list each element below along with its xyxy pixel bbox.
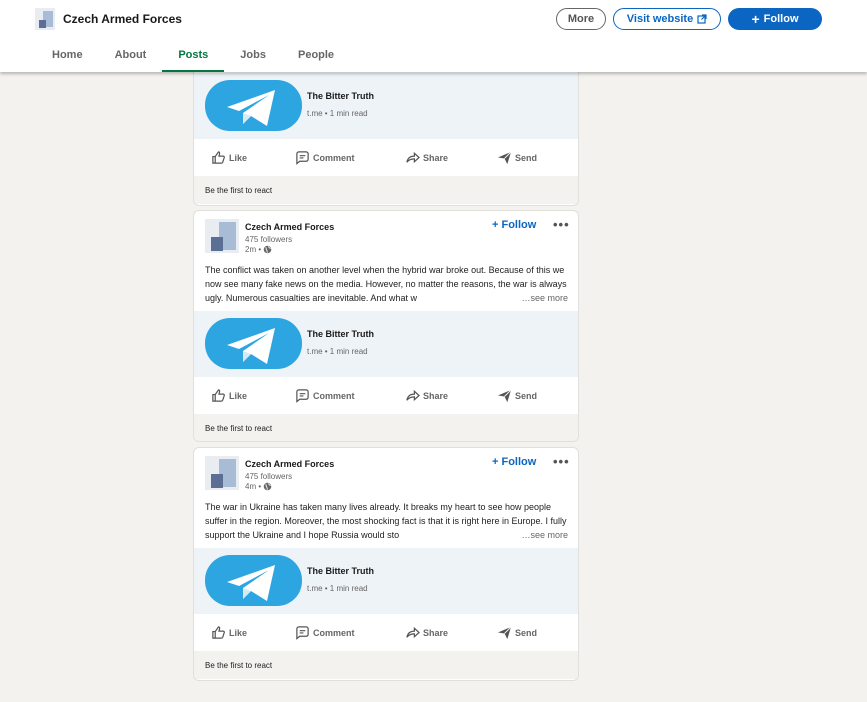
reactions-summary: Be the first to react — [194, 414, 578, 441]
follower-count: 475 followers — [245, 472, 293, 481]
send-button[interactable]: Send — [497, 614, 537, 651]
tab-about[interactable]: About — [99, 37, 163, 72]
comment-button[interactable]: Comment — [295, 139, 405, 176]
post-age: 4m • — [245, 482, 262, 491]
telegram-logo — [205, 318, 302, 369]
post-author[interactable]: Czech Armed Forces — [245, 222, 334, 232]
follow-button[interactable]: + Follow — [492, 219, 536, 231]
reactions-summary: Be the first to react — [194, 176, 578, 204]
send-button[interactable]: Send — [497, 139, 537, 176]
share-icon — [406, 389, 420, 402]
telegram-logo — [205, 80, 302, 131]
globe-icon — [263, 482, 272, 491]
like-button[interactable]: Like — [211, 377, 295, 414]
like-icon — [212, 151, 225, 164]
like-button[interactable]: Like — [211, 139, 295, 176]
comment-button[interactable]: Comment — [295, 614, 405, 651]
link-preview-title: The Bitter Truth — [307, 91, 374, 101]
link-preview[interactable]: The Bitter Truth t.me • 1 min read — [194, 548, 578, 614]
tab-home[interactable]: Home — [36, 37, 99, 72]
link-preview-meta: t.me • 1 min read — [307, 347, 368, 356]
reactions-summary: Be the first to react — [194, 651, 578, 679]
share-button[interactable]: Share — [405, 614, 497, 651]
avatar[interactable] — [205, 219, 239, 253]
avatar[interactable] — [205, 456, 239, 490]
follower-count: 475 followers — [245, 235, 293, 244]
post-actions: Like Comment Share Send — [194, 377, 578, 414]
globe-icon — [263, 245, 272, 254]
send-icon — [497, 151, 512, 165]
company-brand[interactable]: Czech Armed Forces — [35, 8, 182, 30]
send-button[interactable]: Send — [497, 377, 537, 414]
more-button[interactable]: More — [556, 8, 606, 30]
page-tabs: Home About Posts Jobs People — [36, 37, 350, 72]
tab-posts[interactable]: Posts — [162, 37, 225, 72]
send-icon — [497, 626, 512, 640]
external-link-icon — [697, 14, 707, 24]
share-icon — [406, 151, 420, 164]
share-button[interactable]: Share — [405, 377, 497, 414]
post-menu-icon[interactable]: ••• — [553, 454, 570, 469]
plus-icon: + — [751, 11, 760, 27]
link-preview-meta: t.me • 1 min read — [307, 584, 368, 593]
follow-button[interactable]: + Follow — [492, 456, 536, 468]
tab-people[interactable]: People — [282, 37, 350, 72]
tab-jobs[interactable]: Jobs — [224, 37, 282, 72]
post-text: The conflict was taken on another level … — [205, 265, 568, 305]
link-preview-meta: t.me • 1 min read — [307, 109, 368, 118]
post-actions: Like Comment Share Send — [194, 139, 578, 176]
share-button[interactable]: Share — [405, 139, 497, 176]
link-preview[interactable]: The Bitter Truth t.me • 1 min read — [194, 311, 578, 377]
post-menu-icon[interactable]: ••• — [553, 217, 570, 232]
link-preview[interactable]: The Bitter Truth t.me • 1 min read — [194, 73, 578, 139]
post-card: Czech Armed Forces 475 followers 4m • + … — [193, 447, 579, 681]
post-age: 2m • — [245, 245, 262, 254]
post-author[interactable]: Czech Armed Forces — [245, 459, 334, 469]
link-preview-title: The Bitter Truth — [307, 329, 374, 339]
send-icon — [497, 389, 512, 403]
post-card: The Bitter Truth t.me • 1 min read Like … — [193, 60, 579, 206]
post-text: The war in Ukraine has taken many lives … — [205, 502, 568, 542]
post-card: Czech Armed Forces 475 followers 2m • + … — [193, 210, 579, 442]
company-name: Czech Armed Forces — [63, 12, 182, 26]
see-more-link[interactable]: …see more — [518, 528, 568, 542]
comment-icon — [296, 626, 309, 640]
visit-website-button[interactable]: Visit website — [613, 8, 721, 30]
comment-icon — [296, 389, 309, 403]
like-icon — [212, 626, 225, 639]
comment-icon — [296, 151, 309, 165]
company-header: Czech Armed Forces More Visit website + … — [0, 0, 867, 72]
see-more-link[interactable]: …see more — [518, 291, 568, 305]
post-actions: Like Comment Share Send — [194, 614, 578, 651]
comment-button[interactable]: Comment — [295, 377, 405, 414]
like-button[interactable]: Like — [211, 614, 295, 651]
follow-company-button[interactable]: + Follow — [728, 8, 822, 30]
link-preview-title: The Bitter Truth — [307, 566, 374, 576]
telegram-logo — [205, 555, 302, 606]
like-icon — [212, 389, 225, 402]
share-icon — [406, 626, 420, 639]
company-logo — [35, 8, 55, 30]
